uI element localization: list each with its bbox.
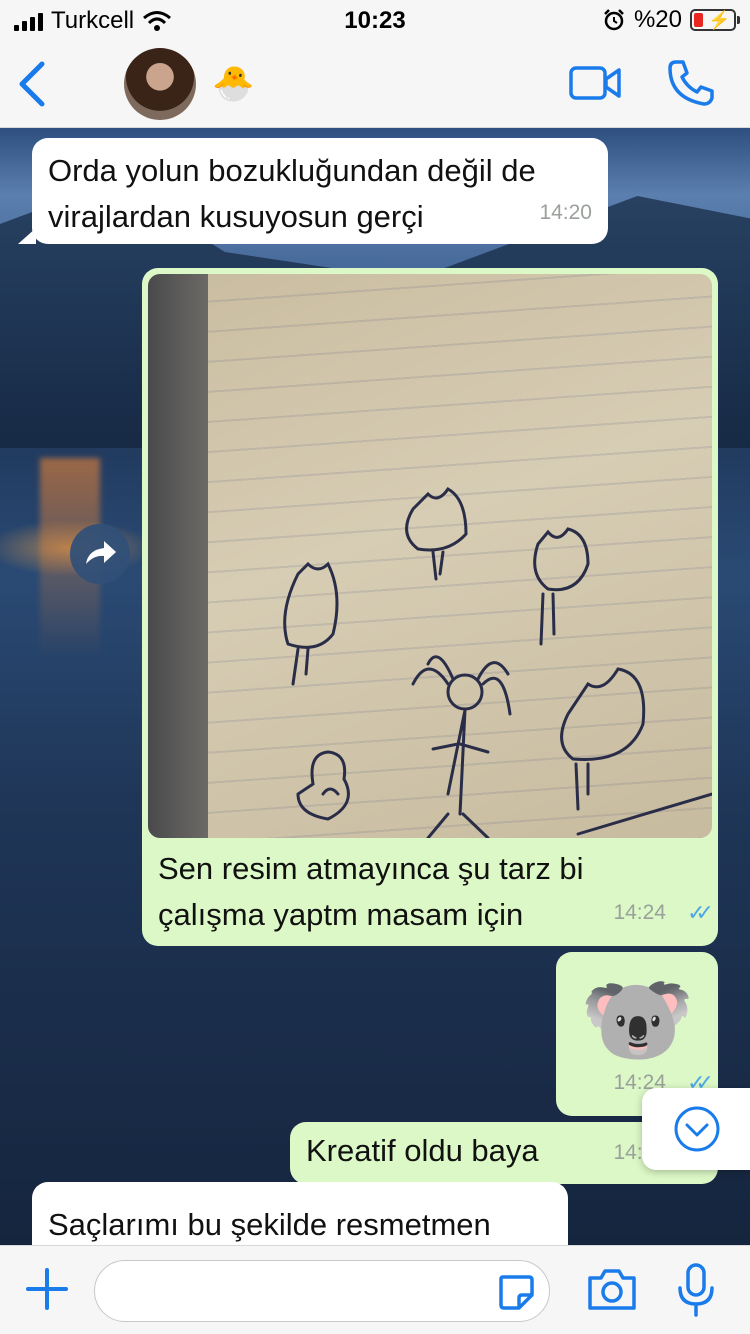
message-incoming[interactable]: Saçlarımı bu şekilde resmetmen	[32, 1182, 568, 1245]
koala-sticker[interactable]: 🐨	[580, 970, 695, 1070]
battery-percent: %20	[633, 6, 682, 33]
message-incoming[interactable]: Orda yolun bozukluğundan değil de virajl…	[18, 138, 608, 244]
message-text: Orda yolun bozukluğundan değil de virajl…	[48, 153, 536, 234]
battery-icon: ⚡	[690, 9, 740, 31]
status-bar: Turkcell 10:23 %20 ⚡	[0, 0, 750, 40]
chat-header: 🐣	[0, 40, 750, 128]
scroll-down-icon	[674, 1106, 720, 1152]
contact-avatar[interactable]	[124, 48, 196, 120]
sticker-icon[interactable]	[497, 1273, 535, 1311]
camera-icon[interactable]	[586, 1266, 638, 1312]
message-outgoing-photo[interactable]: Sen resim atmayınca şu tarz bi çalışma y…	[142, 268, 718, 946]
photo-caption: Sen resim atmayınca şu tarz bi çalışma y…	[158, 851, 584, 932]
message-text: Saçlarımı bu şekilde resmetmen	[48, 1207, 491, 1242]
message-time: 14:20	[539, 201, 592, 224]
voice-call-icon[interactable]	[666, 58, 716, 108]
video-call-icon[interactable]	[568, 62, 622, 104]
input-bar	[0, 1245, 750, 1334]
message-time: 14:24	[613, 901, 666, 924]
chat-area[interactable]: Orda yolun bozukluğundan değil de virajl…	[0, 128, 750, 1245]
forward-icon[interactable]	[70, 524, 130, 584]
microphone-icon[interactable]	[676, 1262, 716, 1318]
status-right-group: %20 ⚡	[602, 6, 740, 34]
message-input[interactable]	[115, 1271, 485, 1311]
doodle-drawing	[283, 487, 712, 838]
back-chevron-icon[interactable]	[12, 58, 52, 110]
message-input-container[interactable]	[94, 1260, 550, 1322]
plus-icon[interactable]	[24, 1266, 70, 1312]
contact-name-emoji[interactable]: 🐣	[212, 62, 256, 106]
read-ticks-icon: ✓✓	[687, 900, 714, 925]
alarm-icon	[604, 9, 624, 31]
scroll-down-button[interactable]	[642, 1088, 750, 1170]
message-text: Kreatif oldu baya	[306, 1133, 539, 1168]
drawing-photo[interactable]	[148, 274, 712, 838]
